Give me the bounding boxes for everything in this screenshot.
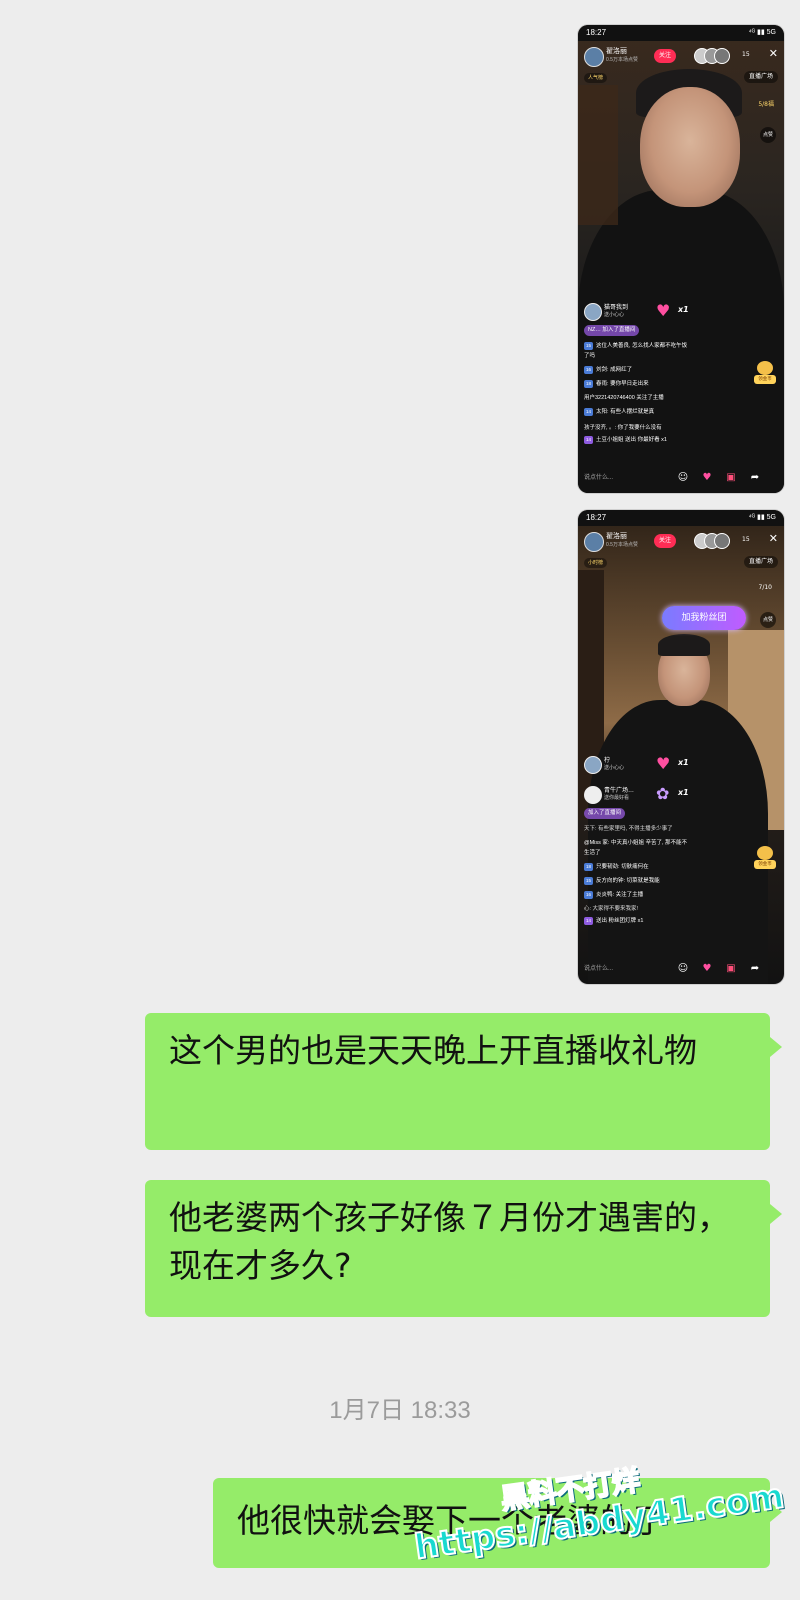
gift-description: 送你最好看 <box>604 795 630 801</box>
rank-badge[interactable]: 人气榜 <box>584 73 608 83</box>
host-subtitle: 0.5万本场点赞 <box>606 542 638 548</box>
join-text: 加入了直播间 <box>588 810 622 816</box>
gift-user-name: 猫哥我到 <box>604 305 629 311</box>
bottom-toolbar: 说点什么... ☺ ♥ ▣ ➦ <box>584 962 778 976</box>
live-stream-screenshot-2[interactable]: 18:27 ⁴ᴳ ▮▮ 5G 翟洛丽 0.5万本场点赞 关注 15 ✕ 小时榜 … <box>578 510 784 984</box>
chat-message: 生活了 <box>584 850 601 856</box>
fan-club-badge[interactable]: 加我粉丝团 <box>662 606 746 630</box>
gift-user-avatar <box>584 756 602 774</box>
status-bar: 18:27 ⁴ᴳ ▮▮ 5G <box>578 510 784 526</box>
wall-shadow <box>578 85 618 225</box>
like-button[interactable]: 点赞 <box>760 127 776 143</box>
chat-message: 18 只要韧劲: 切肤痛何在 <box>584 863 649 871</box>
close-icon[interactable]: ✕ <box>769 47 778 60</box>
viewer-avatars[interactable] <box>694 533 734 549</box>
chat-message: 心: 大家得不要来我家! <box>584 906 639 912</box>
chat-bubble[interactable]: 这个男的也是天天晚上开直播收礼物 <box>145 1013 782 1150</box>
gift-description: 送小心心 <box>604 312 625 318</box>
close-icon[interactable]: ✕ <box>769 532 778 545</box>
bottom-toolbar: 说点什么... ☺ ♥ ▣ ➦ <box>584 471 778 485</box>
rank-badge[interactable]: 小时榜 <box>584 558 608 568</box>
chat-message: 16 刘剑: 成网红了 <box>584 366 633 374</box>
status-time: 18:27 <box>586 513 607 522</box>
gift-notice: 柠 送小心心 ♥ x1 <box>584 754 694 774</box>
host-name: 翟洛丽 <box>606 48 627 55</box>
gift-user-avatar <box>584 303 602 321</box>
host-bar: 翟洛丽 0.5万本场点赞 关注 15 ✕ <box>584 530 778 552</box>
follow-button[interactable]: 关注 <box>654 534 676 548</box>
heart-icon[interactable]: ♥ <box>700 962 714 976</box>
heart-icon[interactable]: ♥ <box>700 471 714 485</box>
follow-button[interactable]: 关注 <box>654 49 676 63</box>
emoji-icon[interactable]: ☺ <box>676 471 690 485</box>
status-icons: ⁴ᴳ ▮▮ 5G <box>748 29 776 36</box>
host-avatar[interactable] <box>584 47 604 67</box>
join-notice: NZ… 加入了直播间 <box>584 325 640 336</box>
join-user: NZ… <box>588 327 601 333</box>
goal-counter: 7/10 <box>758 584 772 591</box>
heart-gift-icon: ♥ <box>656 754 671 773</box>
viewer-count: 15 <box>742 536 750 543</box>
chat-message: 15 反方向的钟: 切菜就是我能 <box>584 877 660 885</box>
gift-description: 送小心心 <box>604 765 625 771</box>
flower-gift-icon: ✿ <box>656 784 670 803</box>
live-square-button[interactable]: 直播广场 <box>743 71 778 83</box>
message-text: 他老婆两个孩子好像７月份才遇害的，现在才多久? <box>169 1198 730 1285</box>
goal-counter: 5/8福 <box>758 101 774 108</box>
gift-multiplier: x1 <box>678 305 689 314</box>
gift-multiplier: x1 <box>678 758 689 767</box>
viewer-avatars[interactable] <box>694 48 734 64</box>
chat-bubble[interactable]: 他老婆两个孩子好像７月份才遇害的，现在才多久? <box>145 1180 782 1317</box>
gift-user-name: 青牛广场… <box>604 788 635 794</box>
coin-bear-widget[interactable]: 领金币 <box>754 361 776 387</box>
gift-icon[interactable]: ▣ <box>724 962 738 976</box>
gift-icon[interactable]: ▣ <box>724 471 738 485</box>
status-time: 18:27 <box>586 28 607 37</box>
chat-message: 14 太阳: 有些人摆烂就是真 <box>584 408 655 416</box>
chat-message: 18 春雨: 要你早日走出来 <box>584 380 649 388</box>
join-notice: 加入了直播间 <box>584 808 626 819</box>
message-timestamp: 1月7日 18:33 <box>329 1397 471 1424</box>
comment-input[interactable]: 说点什么... <box>584 962 613 976</box>
share-icon[interactable]: ➦ <box>748 962 762 976</box>
host-name: 翟洛丽 <box>606 533 627 540</box>
host-bar: 翟洛丽 0.5万本场点赞 关注 15 ✕ <box>584 45 778 67</box>
viewer-count: 15 <box>742 51 750 58</box>
chat-message: @Miss 家: 中天真小姐姐 辛苦了, 那不能不 <box>584 840 688 846</box>
status-bar: 18:27 ⁴ᴳ ▮▮ 5G <box>578 25 784 41</box>
chat-message: 天下: 有些家里吗, 不得主播多少事了 <box>584 826 673 832</box>
person-hair <box>658 634 710 656</box>
emoji-icon[interactable]: ☺ <box>676 962 690 976</box>
gift-user-avatar <box>584 786 602 804</box>
chat-message: 14 土豆小姐姐 送出 你最好看 x1 <box>584 436 667 444</box>
live-square-button[interactable]: 直播广场 <box>743 556 778 568</box>
chat-message: 了吗 <box>584 353 596 359</box>
like-button[interactable]: 点赞 <box>760 612 776 628</box>
person-face <box>640 87 740 207</box>
message-text: 这个男的也是天天晚上开直播收礼物 <box>169 1031 697 1070</box>
chat-message: 用户3221420746400 关注了主播 <box>584 395 664 401</box>
chat-message: 孩子没齐, 。: 你了我要什么没有 <box>584 425 662 431</box>
chat-message: 15 这位人美善良, 怎么找人家都不吃午饭 <box>584 342 688 350</box>
gift-user-name: 柠 <box>604 758 611 764</box>
comment-input[interactable]: 说点什么... <box>584 471 613 485</box>
share-icon[interactable]: ➦ <box>748 471 762 485</box>
chat-message: 14 送出 粉丝团灯牌 x1 <box>584 917 644 925</box>
coin-bear-widget[interactable]: 领金币 <box>754 846 776 872</box>
gift-multiplier: x1 <box>678 788 689 797</box>
heart-gift-icon: ♥ <box>656 301 671 320</box>
host-avatar[interactable] <box>584 532 604 552</box>
gift-notice: 猫哥我到 送小心心 ♥ x1 <box>584 301 694 321</box>
live-stream-screenshot-1[interactable]: 18:27 ⁴ᴳ ▮▮ 5G 翟洛丽 0.5万本场点赞 关注 15 ✕ 人气榜 … <box>578 25 784 493</box>
join-text: 加入了直播间 <box>602 327 636 333</box>
chat-message: 16 炎炎鸭: 关注了主播 <box>584 891 644 899</box>
status-icons: ⁴ᴳ ▮▮ 5G <box>748 514 776 521</box>
host-subtitle: 0.5万本场点赞 <box>606 57 638 63</box>
gift-notice: 青牛广场… 送你最好看 ✿ x1 <box>584 784 694 804</box>
